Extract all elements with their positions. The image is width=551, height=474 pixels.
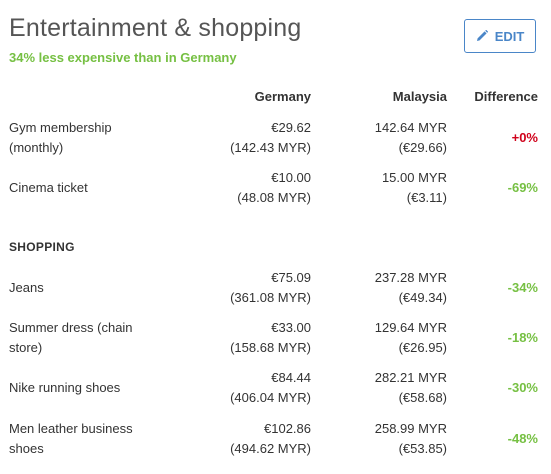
malaysia-price-myr: 258.99 MYR (374, 421, 447, 436)
germany-price: €84.44 (406.04 MYR) (230, 368, 311, 408)
price-difference: -30% (507, 380, 538, 395)
column-header-germany: Germany (254, 89, 311, 104)
germany-price-eur: €33.00 (271, 320, 311, 335)
table-row: Gym membership (monthly) €29.62 (142.43 … (0, 118, 551, 158)
table-row: Men leather business shoes €102.86 (494.… (0, 419, 551, 459)
malaysia-price-eur: (€53.85) (398, 441, 447, 456)
malaysia-price: 258.99 MYR (€53.85) (375, 419, 447, 459)
malaysia-price-myr: 129.64 MYR (374, 320, 447, 335)
germany-price: €102.86 (494.62 MYR) (230, 419, 311, 459)
item-name: Men leather business shoes (9, 421, 133, 456)
table-row: Jeans €75.09 (361.08 MYR) 237.28 MYR (€4… (0, 268, 551, 308)
germany-price-eur: €84.44 (271, 370, 311, 385)
malaysia-price: 237.28 MYR (€49.34) (375, 268, 447, 308)
germany-price: €33.00 (158.68 MYR) (230, 318, 311, 358)
germany-price-myr: (361.08 MYR) (230, 290, 311, 305)
malaysia-price-eur: (€49.34) (398, 290, 447, 305)
table-row: Summer dress (chain store) €33.00 (158.6… (0, 318, 551, 358)
malaysia-price-eur: (€29.66) (398, 140, 447, 155)
table-row: Nike running shoes €84.44 (406.04 MYR) 2… (0, 368, 551, 408)
germany-price-eur: €10.00 (271, 170, 311, 185)
column-header-difference: Difference (474, 89, 538, 104)
price-difference: -69% (507, 180, 538, 195)
malaysia-price: 15.00 MYR (€3.11) (382, 168, 447, 208)
item-name: Summer dress (chain store) (9, 320, 133, 355)
column-header-malaysia: Malaysia (392, 89, 447, 104)
malaysia-price: 282.21 MYR (€58.68) (375, 368, 447, 408)
germany-price-eur: €102.86 (264, 421, 311, 436)
price-difference: -18% (507, 330, 538, 345)
table-row: Cinema ticket €10.00 (48.08 MYR) 15.00 M… (0, 168, 551, 208)
pencil-icon (476, 30, 488, 42)
edit-button[interactable]: EDIT (464, 19, 536, 53)
section-heading-shopping: SHOPPING (9, 240, 75, 254)
malaysia-price-eur: (€26.95) (398, 340, 447, 355)
germany-price-myr: (406.04 MYR) (230, 390, 311, 405)
item-name: Jeans (9, 280, 44, 295)
germany-price-eur: €29.62 (271, 120, 311, 135)
price-difference: -48% (507, 431, 538, 446)
item-name: Nike running shoes (9, 380, 121, 395)
page-title: Entertainment & shopping (9, 14, 302, 42)
edit-button-label: EDIT (494, 28, 525, 44)
germany-price: €29.62 (142.43 MYR) (230, 118, 311, 158)
germany-price-myr: (494.62 MYR) (230, 441, 311, 456)
malaysia-price-eur: (€3.11) (406, 190, 447, 205)
malaysia-price-myr: 142.64 MYR (374, 120, 447, 135)
germany-price-myr: (158.68 MYR) (230, 340, 311, 355)
malaysia-price: 129.64 MYR (€26.95) (375, 318, 447, 358)
malaysia-price-myr: 15.00 MYR (381, 170, 447, 185)
item-name: Gym membership (monthly) (9, 120, 112, 155)
price-difference: +0% (511, 130, 538, 145)
item-name: Cinema ticket (9, 180, 88, 195)
malaysia-price: 142.64 MYR (€29.66) (375, 118, 447, 158)
germany-price-myr: (142.43 MYR) (230, 140, 311, 155)
germany-price-myr: (48.08 MYR) (237, 190, 311, 205)
germany-price: €75.09 (361.08 MYR) (230, 268, 311, 308)
germany-price-eur: €75.09 (271, 270, 311, 285)
malaysia-price-myr: 282.21 MYR (374, 370, 447, 385)
price-comparison-summary: 34% less expensive than in Germany (9, 50, 237, 65)
germany-price: €10.00 (48.08 MYR) (237, 168, 311, 208)
malaysia-price-eur: (€58.68) (398, 390, 447, 405)
price-difference: -34% (507, 280, 538, 295)
malaysia-price-myr: 237.28 MYR (374, 270, 447, 285)
